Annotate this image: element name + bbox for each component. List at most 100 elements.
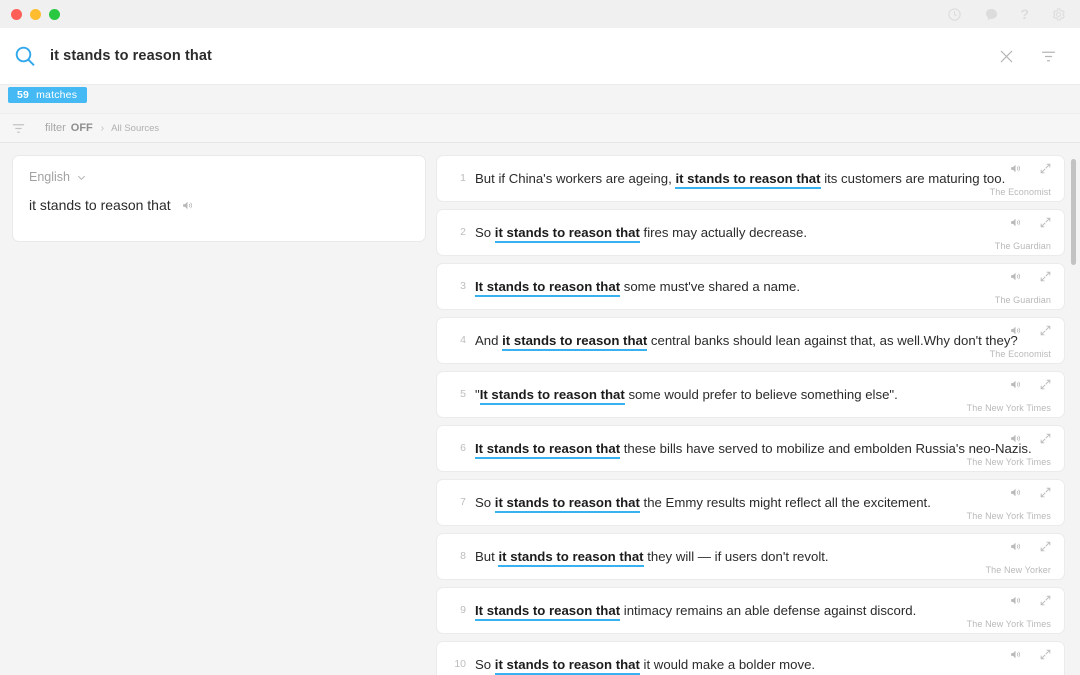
- result-text-after: central banks should lean against that, …: [647, 332, 1018, 348]
- results-pane[interactable]: 1 But if China's workers are ageing, it s…: [426, 155, 1080, 675]
- result-text-before: So: [475, 224, 495, 240]
- result-source: The Guardian: [994, 241, 1051, 251]
- result-card[interactable]: 3 It stands to reason that some must've s…: [436, 263, 1065, 310]
- matches-label: matches: [36, 89, 78, 101]
- speaker-icon[interactable]: [1009, 432, 1022, 445]
- speaker-icon[interactable]: [1009, 162, 1022, 175]
- speaker-icon[interactable]: [1009, 216, 1022, 229]
- result-card[interactable]: 6 It stands to reason that these bills ha…: [436, 425, 1065, 472]
- filter-source[interactable]: All Sources: [111, 123, 159, 134]
- search-icon: [12, 43, 38, 69]
- chevron-down-icon[interactable]: [76, 172, 87, 183]
- result-text-after: fires may actually decrease.: [639, 224, 808, 240]
- expand-icon[interactable]: [1039, 540, 1052, 553]
- speaker-icon[interactable]: [1009, 324, 1022, 337]
- result-highlight: It stands to reason that: [479, 386, 625, 405]
- window-close-button[interactable]: [11, 8, 22, 20]
- result-actions: [1009, 648, 1052, 661]
- search-actions: [996, 46, 1058, 66]
- matches-strip: 59 matches: [0, 85, 1080, 113]
- speaker-icon[interactable]: [1009, 540, 1022, 553]
- result-text-after: these bills have served to mobilize and …: [620, 440, 1032, 456]
- language-selector[interactable]: English: [29, 170, 409, 184]
- result-index: 3: [460, 280, 466, 293]
- window-traffic-lights: [11, 8, 60, 20]
- expand-icon[interactable]: [1039, 270, 1052, 283]
- close-icon[interactable]: [996, 46, 1016, 66]
- expand-icon[interactable]: [1039, 486, 1052, 499]
- expand-icon[interactable]: [1039, 216, 1052, 229]
- result-index: 9: [460, 604, 466, 617]
- result-actions: [1009, 270, 1052, 283]
- result-highlight: it stands to reason that: [494, 656, 640, 675]
- result-text-before: But if China's workers are ageing,: [475, 170, 676, 186]
- result-text-before: ": [475, 386, 480, 402]
- speaker-icon[interactable]: [1009, 486, 1022, 499]
- result-card[interactable]: 8 But it stands to reason that they will …: [436, 533, 1065, 580]
- filter-icon[interactable]: [10, 120, 26, 136]
- chat-bubble-icon[interactable]: [983, 6, 999, 22]
- expand-icon[interactable]: [1039, 378, 1052, 391]
- speaker-icon[interactable]: [1009, 378, 1022, 391]
- speaker-icon[interactable]: [1009, 648, 1022, 661]
- search-bar[interactable]: it stands to reason that: [0, 28, 1080, 85]
- result-highlight: It stands to reason that: [475, 602, 621, 621]
- result-card[interactable]: 4 And it stands to reason that central ba…: [436, 317, 1065, 364]
- result-card[interactable]: 9 It stands to reason that intimacy remai…: [436, 587, 1065, 634]
- result-source: The Guardian: [994, 295, 1051, 305]
- search-input[interactable]: it stands to reason that: [50, 48, 996, 64]
- result-index: 7: [460, 496, 466, 509]
- result-source: The New York Times: [966, 457, 1051, 467]
- filter-icon[interactable]: [1038, 46, 1058, 66]
- speaker-icon[interactable]: [1009, 594, 1022, 607]
- result-highlight: it stands to reason that: [494, 224, 640, 243]
- expand-icon[interactable]: [1039, 162, 1052, 175]
- result-card[interactable]: 1 But if China's workers are ageing, it s…: [436, 155, 1065, 202]
- result-index: 6: [460, 442, 466, 455]
- speaker-icon[interactable]: [1009, 270, 1022, 283]
- window-minimize-button[interactable]: [30, 8, 41, 20]
- expand-icon[interactable]: [1039, 594, 1052, 607]
- result-highlight: it stands to reason that: [498, 548, 644, 567]
- result-highlight: It stands to reason that: [475, 278, 621, 297]
- filter-bar[interactable]: filter OFF › All Sources: [0, 113, 1080, 143]
- window-maximize-button[interactable]: [49, 8, 60, 20]
- result-card[interactable]: 5 "It stands to reason that some would pr…: [436, 371, 1065, 418]
- expand-icon[interactable]: [1039, 324, 1052, 337]
- help-question-icon[interactable]: ?: [1020, 7, 1029, 21]
- result-index: 5: [460, 388, 466, 401]
- filter-state[interactable]: OFF: [71, 122, 93, 134]
- result-card[interactable]: 2 So it stands to reason that fires may a…: [436, 209, 1065, 256]
- result-sentence: So it stands to reason that the Emmy res…: [475, 494, 931, 513]
- result-card[interactable]: 10 So it stands to reason that it would m…: [436, 641, 1065, 675]
- result-actions: [1009, 162, 1052, 175]
- source-phrase-row: it stands to reason that: [29, 197, 409, 213]
- result-text-after: some would prefer to believe something e…: [624, 386, 898, 402]
- result-text-after: it would make a bolder move.: [639, 656, 816, 672]
- result-text-after: its customers are maturing too.: [820, 170, 1006, 186]
- result-card[interactable]: 7 So it stands to reason that the Emmy re…: [436, 479, 1065, 526]
- result-text-before: So: [475, 494, 495, 510]
- results-scrollbar[interactable]: [1070, 155, 1077, 675]
- result-sentence: It stands to reason that some must've sh…: [475, 278, 800, 297]
- main-content: English it stands to reason that 1 But if…: [0, 143, 1080, 675]
- expand-icon[interactable]: [1039, 648, 1052, 661]
- results-list: 1 But if China's workers are ageing, it s…: [436, 155, 1065, 675]
- result-actions: [1009, 594, 1052, 607]
- result-sentence: It stands to reason that intimacy remain…: [475, 602, 916, 621]
- result-actions: [1009, 324, 1052, 337]
- matches-badge: 59 matches: [8, 87, 88, 103]
- result-actions: [1009, 432, 1052, 445]
- speaker-icon[interactable]: [181, 199, 194, 212]
- expand-icon[interactable]: [1039, 432, 1052, 445]
- history-clock-icon[interactable]: [946, 6, 962, 22]
- result-text-before: And: [475, 332, 503, 348]
- result-highlight: It stands to reason that: [475, 440, 621, 459]
- result-sentence: "It stands to reason that some would pre…: [475, 386, 898, 405]
- source-phrase: it stands to reason that: [29, 197, 171, 213]
- scrollbar-thumb[interactable]: [1071, 159, 1076, 265]
- result-text-after: the Emmy results might reflect all the e…: [639, 494, 931, 510]
- settings-gear-icon[interactable]: [1050, 6, 1066, 22]
- titlebar-actions: ?: [946, 6, 1066, 22]
- chevron-right-icon: ›: [100, 122, 105, 134]
